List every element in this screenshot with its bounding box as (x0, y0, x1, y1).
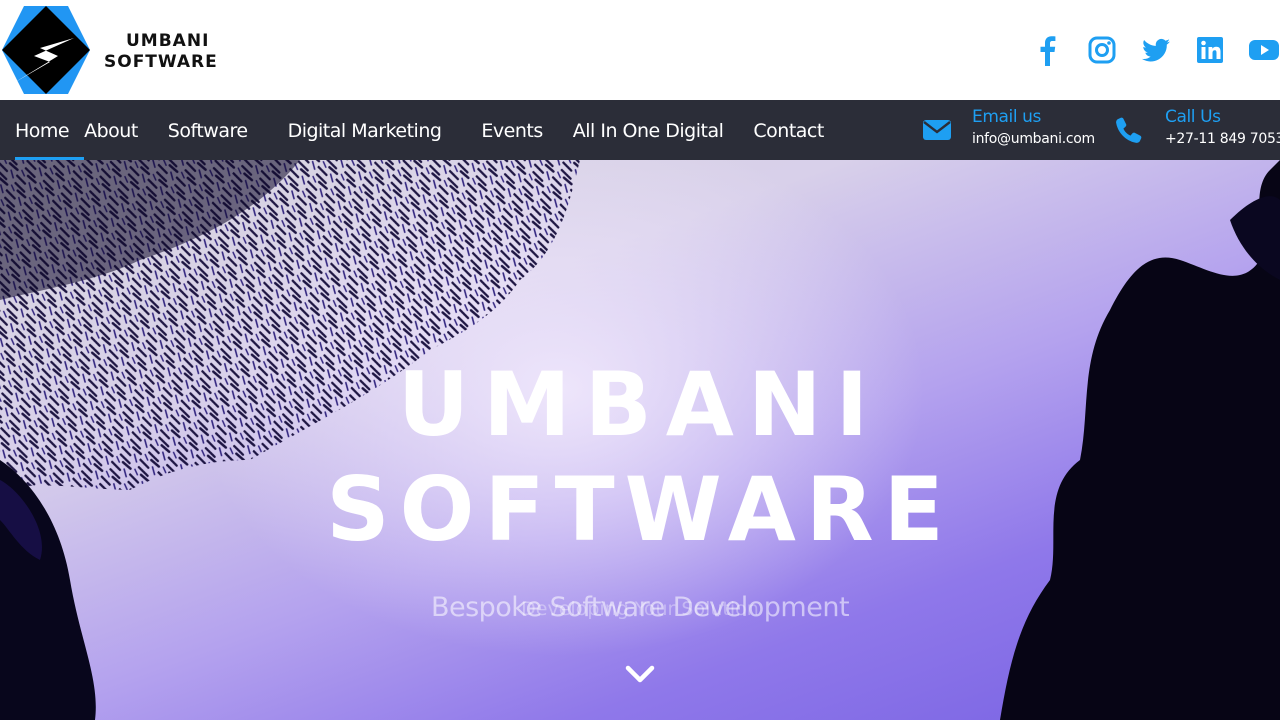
nav-item-home[interactable]: Home (15, 100, 85, 160)
phone-contact[interactable]: Call Us +27-11 849 7053 (1114, 100, 1280, 160)
nav-item-digital-marketing[interactable]: Digital Marketing (288, 100, 442, 160)
hero-banner: UMBANI SOFTWARE Bespoke Software Develop… (0, 160, 1280, 720)
nav-item-events[interactable]: Events (481, 100, 543, 160)
twitter-icon (1142, 38, 1170, 62)
email-label: Email us (972, 107, 1042, 127)
logo-hexagon-bolt-icon (2, 6, 90, 94)
site-header: UMBANI SOFTWARE (0, 0, 1280, 100)
phone-label: Call Us (1165, 107, 1221, 127)
linkedin-link[interactable] (1194, 34, 1226, 66)
scroll-down-button[interactable] (620, 658, 660, 694)
nav-item-all-in-one-digital[interactable]: All In One Digital (573, 100, 724, 160)
phone-value[interactable]: +27-11 849 7053 (1165, 131, 1280, 147)
twitter-link[interactable] (1140, 34, 1172, 66)
logo-wordmark: UMBANI SOFTWARE (104, 31, 218, 73)
instagram-link[interactable] (1086, 34, 1118, 66)
envelope-icon (923, 120, 951, 140)
nav-item-contact[interactable]: Contact (753, 100, 824, 160)
nav-item-about[interactable]: About (84, 100, 138, 160)
nav-item-software[interactable]: Software (168, 100, 248, 160)
logo-line2: SOFTWARE (104, 52, 218, 72)
logo-line1: UMBANI (126, 31, 210, 51)
instagram-icon (1088, 36, 1116, 64)
social-links (1010, 30, 1280, 70)
hero-subtitle-secondary: Developing Your Solution (521, 598, 759, 620)
hero-title-line2: SOFTWARE (326, 458, 954, 561)
linkedin-icon (1197, 37, 1223, 63)
email-contact[interactable]: Email us info@umbani.com (922, 100, 1102, 160)
email-value[interactable]: info@umbani.com (972, 131, 1095, 147)
nav-menu: Home About Software Digital Marketing Ev… (0, 100, 824, 160)
logo-link[interactable]: UMBANI SOFTWARE (0, 4, 260, 96)
main-navigation: Home About Software Digital Marketing Ev… (0, 100, 1280, 160)
chevron-down-icon (625, 665, 655, 683)
hero-title-line1: UMBANI (397, 353, 883, 456)
facebook-link[interactable] (1032, 34, 1064, 66)
phone-icon (1116, 117, 1142, 143)
youtube-link[interactable] (1248, 34, 1280, 66)
facebook-icon (1040, 36, 1056, 66)
youtube-icon (1249, 40, 1279, 60)
